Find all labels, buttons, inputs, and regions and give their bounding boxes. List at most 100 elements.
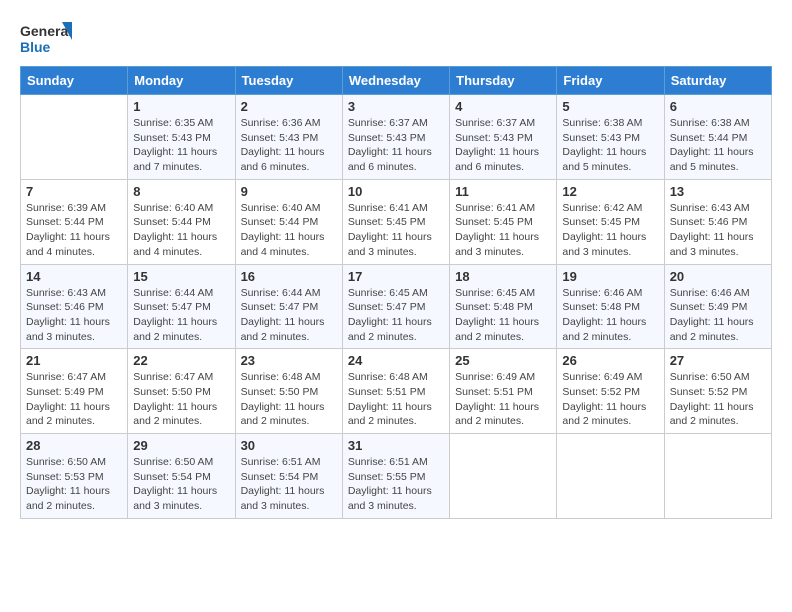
week-row-4: 21 Sunrise: 6:47 AM Sunset: 5:49 PM Dayli… [21,349,772,434]
day-cell: 27 Sunrise: 6:50 AM Sunset: 5:52 PM Dayli… [664,349,771,434]
day-number: 27 [670,353,766,368]
day-number: 26 [562,353,658,368]
day-cell: 21 Sunrise: 6:47 AM Sunset: 5:49 PM Dayli… [21,349,128,434]
day-info: Sunrise: 6:40 AM Sunset: 5:44 PM Dayligh… [133,201,229,260]
day-number: 24 [348,353,444,368]
day-cell: 17 Sunrise: 6:45 AM Sunset: 5:47 PM Dayli… [342,264,449,349]
day-info: Sunrise: 6:43 AM Sunset: 5:46 PM Dayligh… [26,286,122,345]
day-number: 19 [562,269,658,284]
day-cell: 14 Sunrise: 6:43 AM Sunset: 5:46 PM Dayli… [21,264,128,349]
day-cell: 8 Sunrise: 6:40 AM Sunset: 5:44 PM Daylig… [128,179,235,264]
day-info: Sunrise: 6:50 AM Sunset: 5:54 PM Dayligh… [133,455,229,514]
day-number: 13 [670,184,766,199]
day-cell: 6 Sunrise: 6:38 AM Sunset: 5:44 PM Daylig… [664,95,771,180]
day-cell [21,95,128,180]
day-number: 25 [455,353,551,368]
day-cell: 5 Sunrise: 6:38 AM Sunset: 5:43 PM Daylig… [557,95,664,180]
day-info: Sunrise: 6:48 AM Sunset: 5:50 PM Dayligh… [241,370,337,429]
day-info: Sunrise: 6:47 AM Sunset: 5:49 PM Dayligh… [26,370,122,429]
day-cell: 16 Sunrise: 6:44 AM Sunset: 5:47 PM Dayli… [235,264,342,349]
day-cell: 11 Sunrise: 6:41 AM Sunset: 5:45 PM Dayli… [450,179,557,264]
day-info: Sunrise: 6:49 AM Sunset: 5:51 PM Dayligh… [455,370,551,429]
svg-text:Blue: Blue [20,39,51,55]
day-number: 11 [455,184,551,199]
day-cell: 10 Sunrise: 6:41 AM Sunset: 5:45 PM Dayli… [342,179,449,264]
day-info: Sunrise: 6:49 AM Sunset: 5:52 PM Dayligh… [562,370,658,429]
day-number: 10 [348,184,444,199]
day-info: Sunrise: 6:41 AM Sunset: 5:45 PM Dayligh… [348,201,444,260]
weekday-header-tuesday: Tuesday [235,67,342,95]
day-info: Sunrise: 6:50 AM Sunset: 5:52 PM Dayligh… [670,370,766,429]
day-cell: 25 Sunrise: 6:49 AM Sunset: 5:51 PM Dayli… [450,349,557,434]
day-info: Sunrise: 6:38 AM Sunset: 5:43 PM Dayligh… [562,116,658,175]
day-number: 17 [348,269,444,284]
day-number: 1 [133,99,229,114]
day-info: Sunrise: 6:50 AM Sunset: 5:53 PM Dayligh… [26,455,122,514]
day-number: 12 [562,184,658,199]
day-info: Sunrise: 6:42 AM Sunset: 5:45 PM Dayligh… [562,201,658,260]
day-number: 20 [670,269,766,284]
day-cell: 26 Sunrise: 6:49 AM Sunset: 5:52 PM Dayli… [557,349,664,434]
day-info: Sunrise: 6:48 AM Sunset: 5:51 PM Dayligh… [348,370,444,429]
day-info: Sunrise: 6:45 AM Sunset: 5:47 PM Dayligh… [348,286,444,345]
day-number: 5 [562,99,658,114]
day-cell: 29 Sunrise: 6:50 AM Sunset: 5:54 PM Dayli… [128,434,235,519]
day-cell: 4 Sunrise: 6:37 AM Sunset: 5:43 PM Daylig… [450,95,557,180]
day-cell [450,434,557,519]
day-info: Sunrise: 6:36 AM Sunset: 5:43 PM Dayligh… [241,116,337,175]
day-info: Sunrise: 6:47 AM Sunset: 5:50 PM Dayligh… [133,370,229,429]
day-number: 4 [455,99,551,114]
day-info: Sunrise: 6:37 AM Sunset: 5:43 PM Dayligh… [348,116,444,175]
day-info: Sunrise: 6:38 AM Sunset: 5:44 PM Dayligh… [670,116,766,175]
day-number: 2 [241,99,337,114]
day-cell: 31 Sunrise: 6:51 AM Sunset: 5:55 PM Dayli… [342,434,449,519]
day-cell: 15Sunrise: 6:44 AM Sunset: 5:47 PM Dayli… [128,264,235,349]
calendar-table: SundayMondayTuesdayWednesdayThursdayFrid… [20,66,772,519]
day-info: Sunrise: 6:46 AM Sunset: 5:49 PM Dayligh… [670,286,766,345]
day-info: Sunrise: 6:39 AM Sunset: 5:44 PM Dayligh… [26,201,122,260]
weekday-header-thursday: Thursday [450,67,557,95]
week-row-5: 28 Sunrise: 6:50 AM Sunset: 5:53 PM Dayli… [21,434,772,519]
logo: GeneralBlue [20,20,72,56]
day-number: 22 [133,353,229,368]
day-cell: 7Sunrise: 6:39 AM Sunset: 5:44 PM Daylig… [21,179,128,264]
weekday-header-monday: Monday [128,67,235,95]
day-number: 3 [348,99,444,114]
day-info: Sunrise: 6:44 AM Sunset: 5:47 PM Dayligh… [241,286,337,345]
day-number: 16 [241,269,337,284]
weekday-header-friday: Friday [557,67,664,95]
weekday-header-saturday: Saturday [664,67,771,95]
day-number: 6 [670,99,766,114]
day-cell: 1 Sunrise: 6:35 AM Sunset: 5:43 PM Daylig… [128,95,235,180]
day-number: 29 [133,438,229,453]
day-info: Sunrise: 6:35 AM Sunset: 5:43 PM Dayligh… [133,116,229,175]
page-header: GeneralBlue [20,20,772,56]
weekday-header-sunday: Sunday [21,67,128,95]
day-cell: 9Sunrise: 6:40 AM Sunset: 5:44 PM Daylig… [235,179,342,264]
day-info: Sunrise: 6:45 AM Sunset: 5:48 PM Dayligh… [455,286,551,345]
day-info: Sunrise: 6:41 AM Sunset: 5:45 PM Dayligh… [455,201,551,260]
day-cell: 19 Sunrise: 6:46 AM Sunset: 5:48 PM Dayli… [557,264,664,349]
day-cell: 2 Sunrise: 6:36 AM Sunset: 5:43 PM Daylig… [235,95,342,180]
logo-icon: GeneralBlue [20,20,72,56]
day-number: 18 [455,269,551,284]
day-number: 30 [241,438,337,453]
day-info: Sunrise: 6:51 AM Sunset: 5:54 PM Dayligh… [241,455,337,514]
day-cell: 30 Sunrise: 6:51 AM Sunset: 5:54 PM Dayli… [235,434,342,519]
day-info: Sunrise: 6:43 AM Sunset: 5:46 PM Dayligh… [670,201,766,260]
day-number: 8 [133,184,229,199]
day-cell: 28 Sunrise: 6:50 AM Sunset: 5:53 PM Dayli… [21,434,128,519]
day-number: 28 [26,438,122,453]
day-number: 31 [348,438,444,453]
day-info: Sunrise: 6:46 AM Sunset: 5:48 PM Dayligh… [562,286,658,345]
day-number: 21 [26,353,122,368]
day-number: 14 [26,269,122,284]
day-info: Sunrise: 6:44 AM Sunset: 5:47 PM Dayligh… [133,286,229,345]
day-cell [557,434,664,519]
day-cell [664,434,771,519]
day-cell: 12 Sunrise: 6:42 AM Sunset: 5:45 PM Dayli… [557,179,664,264]
day-cell: 13 Sunrise: 6:43 AM Sunset: 5:46 PM Dayli… [664,179,771,264]
day-info: Sunrise: 6:51 AM Sunset: 5:55 PM Dayligh… [348,455,444,514]
week-row-2: 7Sunrise: 6:39 AM Sunset: 5:44 PM Daylig… [21,179,772,264]
day-info: Sunrise: 6:37 AM Sunset: 5:43 PM Dayligh… [455,116,551,175]
